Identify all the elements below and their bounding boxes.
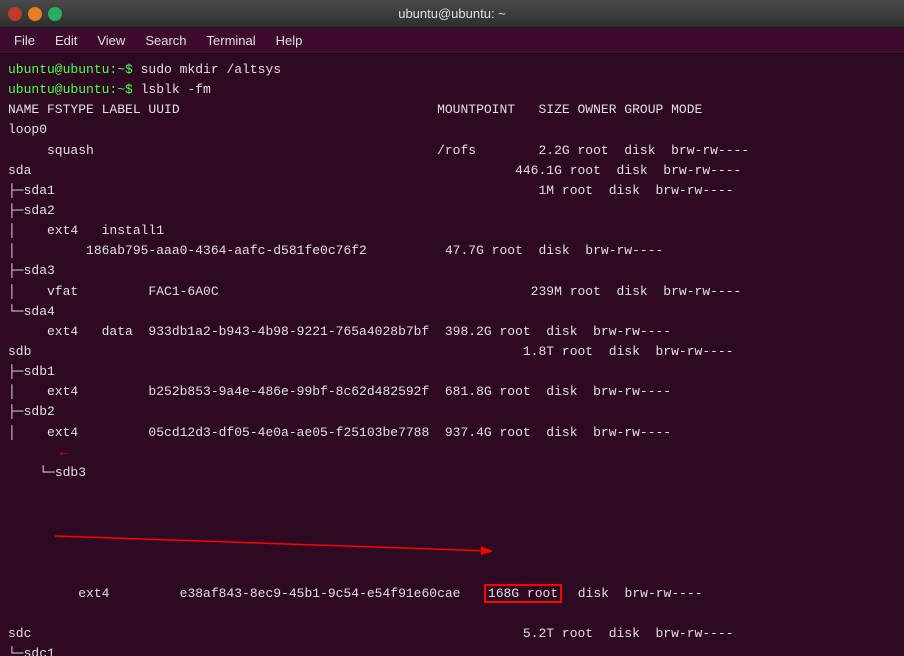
sdb3-line: └─sdb3 ← bbox=[8, 443, 896, 564]
titlebar: ubuntu@ubuntu: ~ bbox=[0, 0, 904, 28]
menu-view[interactable]: View bbox=[87, 31, 135, 50]
sdb1-ext4-line: │ ext4 b252b853-9a4e-486e-99bf-8c62d4825… bbox=[8, 382, 896, 402]
sda3-vfat-line: │ vfat FAC1-6A0C 239M root disk brw-rw--… bbox=[8, 282, 896, 302]
squash-line: squash /rofs 2.2G root disk brw-rw---- bbox=[8, 141, 896, 161]
sda2-line: ├─sda2 bbox=[8, 201, 896, 221]
menu-search[interactable]: Search bbox=[135, 31, 196, 50]
terminal-content[interactable]: ubuntu@ubuntu:~$ sudo mkdir /altsys ubun… bbox=[0, 54, 904, 656]
sda4-ext4-line: ext4 data 933db1a2-b943-4b98-9221-765a40… bbox=[8, 322, 896, 342]
menu-file[interactable]: File bbox=[4, 31, 45, 50]
sda2-uuid-line: │ 186ab795-aaa0-4364-aafc-d581fe0c76f2 4… bbox=[8, 241, 896, 261]
sda3-line: ├─sda3 bbox=[8, 261, 896, 281]
sda2-ext4-line: │ ext4 install1 bbox=[8, 221, 896, 241]
sdc1-line: └─sdc1 bbox=[8, 644, 896, 656]
menu-help[interactable]: Help bbox=[266, 31, 313, 50]
sdb3-ext4-line: ext4 e38af843-8ec9-45b1-9c54-e54f91e60ca… bbox=[8, 564, 896, 624]
sdb-line: sdb 1.8T root disk brw-rw---- bbox=[8, 342, 896, 362]
menu-edit[interactable]: Edit bbox=[45, 31, 87, 50]
maximize-button[interactable] bbox=[48, 7, 62, 21]
menu-terminal[interactable]: Terminal bbox=[197, 31, 266, 50]
close-button[interactable] bbox=[8, 7, 22, 21]
sda-line: sda 446.1G root disk brw-rw---- bbox=[8, 161, 896, 181]
sdb1-line: ├─sdb1 bbox=[8, 362, 896, 382]
sda1-line: ├─sda1 1M root disk brw-rw---- bbox=[8, 181, 896, 201]
sdb2-ext4-line: │ ext4 05cd12d3-df05-4e0a-ae05-f25103be7… bbox=[8, 423, 896, 443]
cmd-line-2: ubuntu@ubuntu:~$ lsblk -fm bbox=[8, 80, 896, 100]
cmd-line-1: ubuntu@ubuntu:~$ sudo mkdir /altsys bbox=[8, 60, 896, 80]
loop0-line: loop0 bbox=[8, 120, 896, 140]
sdc-line: sdc 5.2T root disk brw-rw---- bbox=[8, 624, 896, 644]
highlighted-size: 168G root bbox=[484, 584, 562, 603]
menubar: File Edit View Search Terminal Help bbox=[0, 28, 904, 54]
window-title: ubuntu@ubuntu: ~ bbox=[68, 6, 836, 21]
sda4-line: └─sda4 bbox=[8, 302, 896, 322]
header-line: NAME FSTYPE LABEL UUID MOUNTPOINT SIZE O… bbox=[8, 100, 896, 120]
minimize-button[interactable] bbox=[28, 7, 42, 21]
sdb2-line: ├─sdb2 bbox=[8, 402, 896, 422]
